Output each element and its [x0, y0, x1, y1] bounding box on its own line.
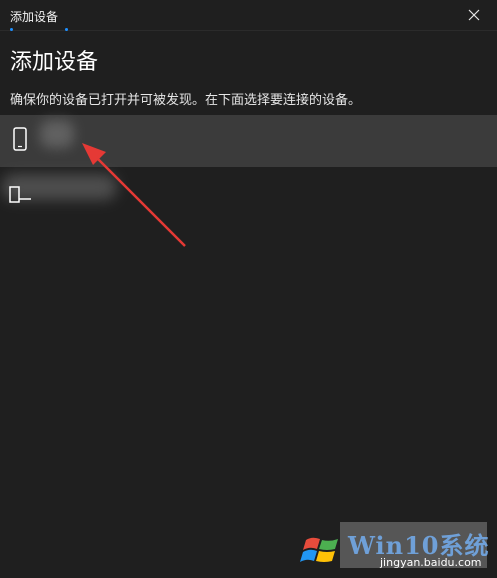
- watermark: Win10系统 jingyan.baidu.com: [300, 522, 497, 578]
- device-list-item-selected[interactable]: [0, 115, 497, 167]
- window-title: 添加设备: [10, 10, 59, 24]
- annotation-arrow: [82, 143, 186, 247]
- progress-dots: [10, 28, 70, 34]
- windows-logo-icon: [300, 537, 338, 562]
- close-icon: [468, 9, 480, 21]
- redacted-device-name: [40, 120, 74, 148]
- watermark-url: jingyan.baidu.com: [380, 556, 482, 569]
- phone-icon: [13, 127, 27, 151]
- device-icon[interactable]: [9, 186, 33, 204]
- page-heading: 添加设备: [10, 50, 99, 75]
- title-bar: 添加设备: [0, 0, 497, 31]
- instruction-text: 确保你的设备已打开并可被发现。在下面选择要连接的设备。: [10, 93, 362, 108]
- close-button[interactable]: [451, 0, 497, 30]
